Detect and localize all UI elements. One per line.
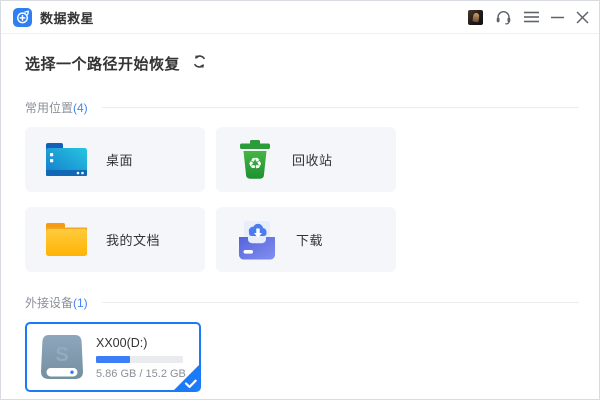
drive-progress-fill [96, 356, 130, 363]
section-label: 常用位置 [25, 99, 73, 116]
location-card-documents[interactable]: 我的文档 [25, 207, 205, 272]
location-card-downloads[interactable]: 下载 [216, 207, 396, 272]
divider [102, 302, 579, 303]
selected-check-icon [173, 364, 200, 391]
divider [102, 107, 579, 108]
location-label: 下载 [296, 230, 323, 249]
common-locations-grid: 桌面 ♻ 回 [25, 127, 599, 272]
svg-text:S: S [55, 344, 68, 366]
refresh-icon[interactable] [192, 54, 207, 74]
app-logo-icon [13, 8, 32, 27]
svg-text:♻: ♻ [248, 156, 262, 173]
location-label: 我的文档 [106, 230, 160, 249]
section-count: (1) [73, 296, 88, 310]
app-title: 数据救星 [40, 8, 94, 27]
documents-folder-icon [44, 221, 89, 258]
titlebar: 数据救星 [1, 1, 599, 34]
location-label: 桌面 [106, 150, 133, 169]
location-label: 回收站 [292, 150, 333, 169]
section-external-devices: 外接设备(1) [25, 294, 599, 311]
drive-usage-bar [96, 356, 183, 363]
drive-name: XX00(D:) [96, 336, 186, 350]
desktop-folder-icon [44, 141, 89, 179]
support-headset-icon[interactable] [495, 9, 512, 25]
section-common-locations: 常用位置(4) [25, 99, 599, 116]
location-card-desktop[interactable]: 桌面 [25, 127, 205, 192]
section-count: (4) [73, 101, 88, 115]
minimize-button[interactable] [551, 11, 564, 23]
recycle-bin-icon: ♻ [235, 139, 275, 180]
user-avatar[interactable] [468, 10, 483, 25]
device-card-xx00-d[interactable]: S XX00(D:) 5.86 GB / 15.2 GB [25, 322, 201, 392]
section-label: 外接设备 [25, 294, 73, 311]
menu-hamburger-icon[interactable] [524, 11, 539, 23]
hard-drive-icon: S [37, 332, 87, 382]
app-window: 数据救星 [0, 0, 600, 400]
downloads-icon [235, 220, 279, 260]
location-card-recycle-bin[interactable]: ♻ 回收站 [216, 127, 396, 192]
close-button[interactable] [576, 11, 589, 24]
main-content: 选择一个路径开始恢复 常用位置(4) [1, 53, 599, 392]
page-title: 选择一个路径开始恢复 [25, 53, 180, 74]
